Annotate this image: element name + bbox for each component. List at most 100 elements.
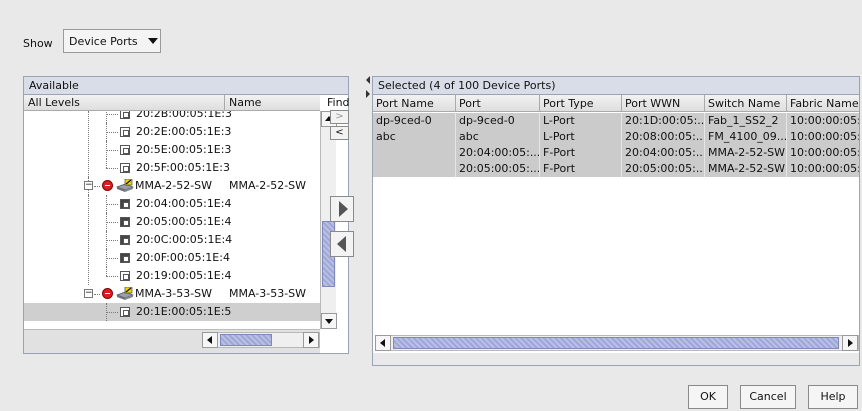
available-tree: 20:2B:00:05:1E:3 20:2E:00:05:1E:3 20:5E:… xyxy=(24,111,320,329)
error-status-icon xyxy=(102,180,113,191)
cell-fabric-name: 10:00:00:05:.. xyxy=(787,145,859,161)
tree-row-switch[interactable]: − MMA-3-53-SW MMA-3-53-SW xyxy=(24,285,320,303)
find-next-button[interactable]: > xyxy=(330,110,349,124)
cell-fabric-name: 10:00:00:05:.. xyxy=(787,161,859,177)
cell-port: 20:04:00:05:... xyxy=(456,145,540,161)
column-header-port[interactable]: Port xyxy=(456,95,540,112)
tree-row-port[interactable]: 20:05:00:05:1E:4 xyxy=(24,213,320,231)
table-row[interactable]: dp-9ced-0 dp-9ced-0 L-Port 20:1D:00:05:.… xyxy=(373,113,859,129)
tree-row-port[interactable]: 20:19:00:05:1E:4 xyxy=(24,267,320,285)
tree-row-switch[interactable]: − MMA-2-52-SW MMA-2-52-SW xyxy=(24,177,320,195)
tree-row-port[interactable]: 20:2B:00:05:1E:3 xyxy=(24,111,320,123)
cell-port-name xyxy=(373,145,456,161)
tree-row-label: MMA-3-53-SW xyxy=(135,287,213,300)
tree-row-port[interactable]: 20:5F:00:05:1E:3 xyxy=(24,159,320,177)
find-label: Find xyxy=(327,96,350,109)
tree-branch xyxy=(106,222,118,223)
port-icon xyxy=(120,127,130,137)
tree-branch xyxy=(94,186,100,187)
tree-line xyxy=(106,159,107,168)
tree-row-port[interactable]: 20:5E:00:05:1E:3 xyxy=(24,141,320,159)
port-icon xyxy=(120,145,130,155)
tree-branch xyxy=(106,312,118,313)
cell-port-wwn: 20:05:00:05:... xyxy=(622,161,705,177)
arrow-right-icon xyxy=(848,339,853,347)
scroll-thumb[interactable] xyxy=(393,337,839,349)
table-row[interactable]: 20:05:00:05:... F-Port 20:05:00:05:... M… xyxy=(373,161,859,177)
arrow-right-icon xyxy=(309,336,314,344)
column-header-fabric-name[interactable]: Fabric Name xyxy=(787,95,859,112)
scroll-right-button[interactable] xyxy=(842,335,858,351)
available-title: Available xyxy=(24,77,348,95)
arrow-right-icon xyxy=(339,201,348,217)
tree-branch xyxy=(106,150,118,151)
tree-branch xyxy=(106,168,118,169)
scroll-right-button[interactable] xyxy=(303,332,319,348)
cell-port-type: F-Port xyxy=(540,161,622,177)
tree-line xyxy=(106,111,107,123)
column-header-port-type[interactable]: Port Type xyxy=(540,95,622,112)
arrow-left-icon xyxy=(207,336,212,344)
add-to-selected-button[interactable] xyxy=(330,196,354,222)
column-header-all-levels[interactable]: All Levels xyxy=(28,96,80,109)
tree-row-port[interactable]: 20:2E:00:05:1E:3 xyxy=(24,123,320,141)
cell-port-wwn: 20:08:00:05:... xyxy=(622,129,705,145)
tree-branch xyxy=(106,240,118,241)
cell-port: dp-9ced-0 xyxy=(456,113,540,129)
selected-footer xyxy=(373,353,859,365)
tree-row-port[interactable]: 20:0F:00:05:1E:4 xyxy=(24,249,320,267)
cell-port: abc xyxy=(456,129,540,145)
cell-port-wwn: 20:1D:00:05:... xyxy=(622,113,705,129)
selected-horizontal-scrollbar[interactable] xyxy=(375,335,859,351)
tree-row-port[interactable]: 20:1E:00:05:1E:5 xyxy=(24,303,320,321)
column-header-port-name[interactable]: Port Name xyxy=(373,95,456,112)
port-icon xyxy=(120,271,130,281)
column-header-name[interactable]: Name xyxy=(229,96,261,109)
column-divider xyxy=(224,95,225,111)
scroll-down-button[interactable] xyxy=(321,313,337,329)
tree-row-label: 20:2E:00:05:1E:3 xyxy=(136,125,232,138)
cell-port-type: F-Port xyxy=(540,145,622,161)
ok-button[interactable]: OK xyxy=(688,385,728,409)
selected-title: Selected (4 of 100 Device Ports) xyxy=(373,77,859,95)
find-previous-button[interactable]: < xyxy=(330,126,349,140)
collapse-icon[interactable]: − xyxy=(84,181,93,190)
tree-branch xyxy=(106,132,118,133)
available-horizontal-scrollbar[interactable] xyxy=(202,332,320,348)
help-button[interactable]: Help xyxy=(808,385,858,409)
splitter-collapse-icon[interactable] xyxy=(366,76,370,84)
table-row[interactable]: 20:04:00:05:... F-Port 20:04:00:05:... M… xyxy=(373,145,859,161)
tree-line xyxy=(88,195,89,285)
tree-row-label: 20:04:00:05:1E:4 xyxy=(136,197,232,210)
cell-switch-name: FM_4100_09... xyxy=(705,129,787,145)
cancel-button[interactable]: Cancel xyxy=(740,385,796,409)
column-header-port-wwn[interactable]: Port WWN xyxy=(622,95,705,112)
splitter-expand-icon[interactable] xyxy=(366,90,370,98)
port-active-icon xyxy=(120,253,130,263)
tree-row-label: 20:19:00:05:1E:4 xyxy=(136,269,232,282)
scroll-thumb[interactable] xyxy=(220,334,272,346)
scroll-left-button[interactable] xyxy=(202,332,218,348)
arrow-left-icon xyxy=(380,339,385,347)
tree-line xyxy=(88,111,89,177)
column-header-switch-name[interactable]: Switch Name xyxy=(705,95,787,112)
show-dropdown-value: Device Ports xyxy=(69,34,138,48)
tree-row-label: 20:0C:00:05:1E:4 xyxy=(136,233,233,246)
available-tree-header: All Levels Name xyxy=(24,95,320,111)
show-dropdown[interactable]: Device Ports xyxy=(63,29,161,53)
tree-row-label: 20:2B:00:05:1E:3 xyxy=(136,111,233,120)
remove-from-selected-button[interactable] xyxy=(330,231,354,257)
collapse-icon[interactable]: − xyxy=(84,289,93,298)
switch-icon xyxy=(116,179,134,192)
arrow-left-icon xyxy=(337,236,346,252)
table-row[interactable]: abc abc L-Port 20:08:00:05:... FM_4100_0… xyxy=(373,129,859,145)
cell-fabric-name: 10:00:00:05:.. xyxy=(787,113,859,129)
tree-branch xyxy=(106,204,118,205)
switch-icon xyxy=(116,287,134,300)
scroll-left-button[interactable] xyxy=(375,335,391,351)
cell-fabric-name: 10:00:00:05:.. xyxy=(787,129,859,145)
port-active-icon xyxy=(120,235,130,245)
tree-row-port[interactable]: 20:0C:00:05:1E:4 xyxy=(24,231,320,249)
tree-row-name: MMA-2-52-SW xyxy=(229,179,307,192)
tree-row-port[interactable]: 20:04:00:05:1E:4 xyxy=(24,195,320,213)
